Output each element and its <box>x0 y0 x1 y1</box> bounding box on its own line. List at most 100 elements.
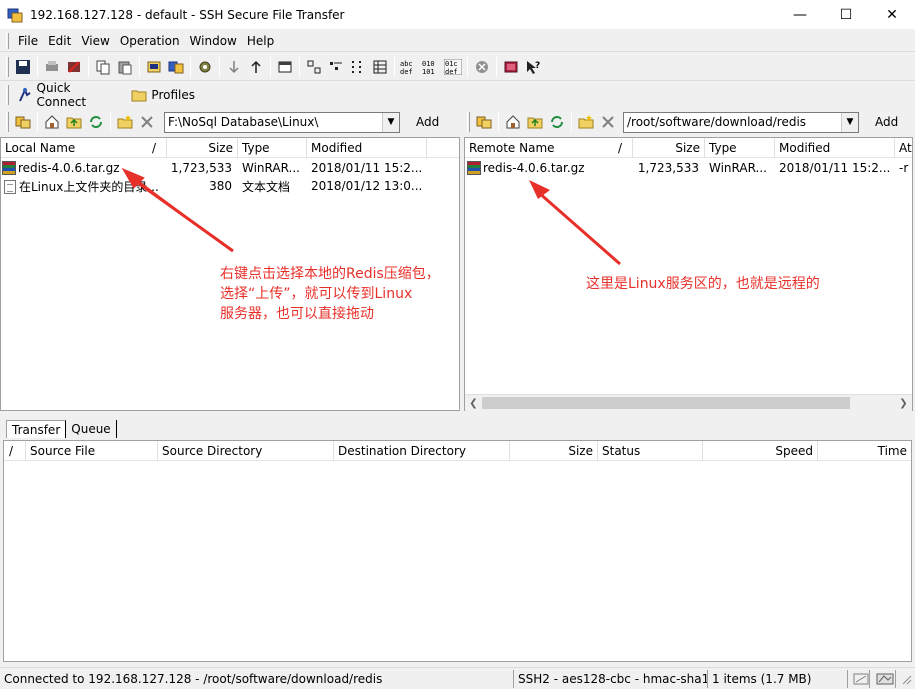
local-add-button[interactable]: Add <box>410 115 445 129</box>
local-view-icon[interactable] <box>12 111 34 133</box>
remote-home-icon[interactable] <box>502 111 524 133</box>
remote-col-name[interactable]: Remote Name / <box>465 138 633 158</box>
local-file-row[interactable]: 在Linux上文件夹的目录... 380 文本文档 2018/01/12 13:… <box>1 177 427 195</box>
status-items: 1 items (1.7 MB) <box>708 669 848 688</box>
transfer-tabs: Transfer Queue <box>0 418 915 438</box>
local-delete-icon[interactable] <box>136 111 158 133</box>
print-icon[interactable] <box>41 56 63 78</box>
help-book-icon[interactable] <box>500 56 522 78</box>
large-icons-icon[interactable] <box>303 56 325 78</box>
local-up-folder-icon[interactable] <box>63 111 85 133</box>
remote-file-name: redis-4.0.6.tar.gz <box>483 160 585 175</box>
remote-col-modified[interactable]: Modified <box>775 138 895 158</box>
local-file-size: 1,723,533 <box>170 161 232 175</box>
svg-text:def: def <box>445 68 458 75</box>
context-help-icon[interactable]: ? <box>522 56 544 78</box>
transfer-col-source-directory[interactable]: Source Directory <box>158 441 334 461</box>
menu-help[interactable]: Help <box>243 34 280 48</box>
new-terminal-icon[interactable] <box>143 56 165 78</box>
toolbar-separator <box>88 57 89 77</box>
stop-icon[interactable] <box>471 56 493 78</box>
maximize-button[interactable]: ☐ <box>823 0 869 29</box>
local-file-type: WinRAR... <box>242 161 300 175</box>
close-button[interactable]: ✕ <box>869 0 915 29</box>
remote-horizontal-scrollbar[interactable]: ❮ ❯ <box>465 394 912 411</box>
remote-up-folder-icon[interactable] <box>524 111 546 133</box>
toolbar-separator <box>394 57 395 77</box>
transfer-col-time[interactable]: Time <box>818 441 911 461</box>
transfer-col-speed[interactable]: Speed <box>703 441 818 461</box>
minimize-button[interactable]: — <box>777 0 823 29</box>
menu-operation[interactable]: Operation <box>116 34 186 48</box>
chevron-down-icon[interactable]: ▼ <box>382 112 399 132</box>
remote-add-button[interactable]: Add <box>869 115 904 129</box>
remote-col-attributes[interactable]: At... <box>895 138 912 158</box>
toolbar-separator <box>139 57 140 77</box>
small-icons-icon[interactable] <box>325 56 347 78</box>
save-icon[interactable] <box>12 56 34 78</box>
toolbar-separator <box>467 57 468 77</box>
quick-connect-button[interactable]: Quick Connect <box>12 81 126 109</box>
remote-delete-icon[interactable] <box>597 111 619 133</box>
tab-queue[interactable]: Queue <box>66 420 117 438</box>
list-view-icon[interactable] <box>347 56 369 78</box>
download-arrow-icon[interactable] <box>223 56 245 78</box>
menu-view[interactable]: View <box>77 34 115 48</box>
local-col-type[interactable]: Type <box>238 138 307 158</box>
menu-file[interactable]: File <box>14 34 44 48</box>
window-icon[interactable] <box>274 56 296 78</box>
remote-path-combo[interactable]: /root/software/download/redis ▼ <box>623 111 859 133</box>
remote-view-icon[interactable] <box>473 111 495 133</box>
settings-icon[interactable] <box>194 56 216 78</box>
local-path-combo[interactable]: F:\NoSql Database\Linux\ ▼ <box>164 111 400 133</box>
transfer-col-size[interactable]: Size <box>510 441 598 461</box>
remote-file-row[interactable]: redis-4.0.6.tar.gz 1,723,533 WinRAR... 2… <box>465 159 912 177</box>
toolbar-grip[interactable] <box>467 112 470 132</box>
winrar-archive-icon <box>467 161 481 176</box>
remote-new-folder-icon[interactable] <box>575 111 597 133</box>
transfer-list[interactable]: / Source File Source Directory Destinati… <box>3 440 912 662</box>
paste-icon[interactable] <box>114 56 136 78</box>
scrollbar-thumb[interactable] <box>482 397 850 409</box>
svg-text:101: 101 <box>422 68 435 75</box>
toolbar-grip[interactable] <box>6 85 9 105</box>
local-col-size[interactable]: Size <box>167 138 238 158</box>
local-col-modified[interactable]: Modified <box>307 138 427 158</box>
remote-col-size[interactable]: Size <box>633 138 705 158</box>
chevron-down-icon[interactable]: ▼ <box>841 112 858 132</box>
remote-col-name-label: Remote Name <box>469 141 555 155</box>
remote-refresh-icon[interactable] <box>546 111 568 133</box>
scroll-right-icon[interactable]: ❯ <box>895 395 912 411</box>
toolbar-separator <box>299 57 300 77</box>
remote-col-type[interactable]: Type <box>705 138 775 158</box>
remote-header-row: Remote Name / Size Type Modified At... <box>465 138 912 158</box>
transfer-col-direction[interactable]: / <box>4 441 26 461</box>
menu-grip[interactable] <box>6 32 9 49</box>
local-refresh-icon[interactable] <box>85 111 107 133</box>
copy-icon[interactable] <box>92 56 114 78</box>
upload-arrow-icon[interactable] <box>245 56 267 78</box>
menu-edit[interactable]: Edit <box>44 34 77 48</box>
local-new-folder-icon[interactable] <box>114 111 136 133</box>
resize-grip-icon[interactable] <box>896 670 915 688</box>
transfer-col-status[interactable]: Status <box>598 441 703 461</box>
menu-window[interactable]: Window <box>186 34 243 48</box>
scroll-left-icon[interactable]: ❮ <box>465 395 482 411</box>
local-col-name[interactable]: Local Name / <box>1 138 167 158</box>
local-home-icon[interactable] <box>41 111 63 133</box>
toolbar-separator <box>110 112 111 132</box>
details-view-icon[interactable] <box>369 56 391 78</box>
local-file-row[interactable]: redis-4.0.6.tar.gz 1,723,533 WinRAR... 2… <box>1 159 427 177</box>
binary-mode-icon[interactable]: 010 101 <box>420 56 442 78</box>
transfer-col-destination-directory[interactable]: Destination Directory <box>334 441 510 461</box>
toolbar-grip[interactable] <box>6 57 9 77</box>
transfer-col-source-file[interactable]: Source File <box>26 441 158 461</box>
auto-mode-icon[interactable]: 01c def <box>442 56 464 78</box>
profiles-button[interactable]: Profiles <box>126 83 200 107</box>
toolbar-grip[interactable] <box>6 112 9 132</box>
ascii-mode-icon[interactable]: abc def <box>398 56 420 78</box>
new-file-transfer-icon[interactable] <box>165 56 187 78</box>
svg-text:?: ? <box>535 61 540 71</box>
disconnect-icon[interactable] <box>63 56 85 78</box>
tab-transfer[interactable]: Transfer <box>6 420 67 438</box>
